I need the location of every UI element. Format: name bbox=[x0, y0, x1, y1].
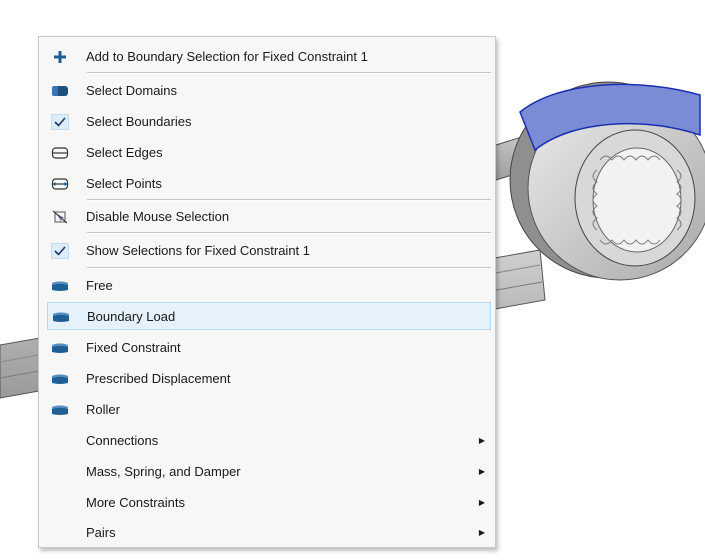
select-domains-icon bbox=[51, 83, 69, 99]
menu-item-free[interactable]: Free bbox=[47, 272, 491, 300]
menu-item-add-to-selection[interactable]: Add to Boundary Selection for Fixed Cons… bbox=[47, 43, 491, 71]
menu-item-label: Select Boundaries bbox=[86, 114, 192, 129]
menu-item-select-domains[interactable]: Select Domains bbox=[47, 77, 491, 105]
menu-item-label: Select Points bbox=[86, 176, 162, 191]
menu-item-label: Boundary Load bbox=[87, 309, 176, 324]
menu-item-label: Add to Boundary Selection for Fixed Cons… bbox=[86, 49, 368, 64]
boundary-feature-icon bbox=[51, 340, 69, 356]
menu-item-label: Roller bbox=[86, 402, 120, 417]
menu-item-prescribed-displacement[interactable]: Prescribed Displacement bbox=[47, 365, 491, 393]
boundary-feature-icon bbox=[51, 402, 69, 418]
menu-item-label: Prescribed Displacement bbox=[86, 371, 231, 386]
menu-item-label: Mass, Spring, and Damper bbox=[86, 464, 241, 479]
plus-icon bbox=[51, 49, 69, 65]
menu-item-disable-mouse-selection[interactable]: Disable Mouse Selection bbox=[47, 203, 491, 231]
boundary-feature-icon bbox=[51, 371, 69, 387]
submenu-arrow-icon: ▶ bbox=[478, 528, 485, 537]
menu-item-show-selections[interactable]: Show Selections for Fixed Constraint 1 bbox=[47, 237, 491, 265]
menu-item-connections[interactable]: Connections ▶ bbox=[47, 427, 491, 455]
submenu-arrow-icon: ▶ bbox=[478, 467, 485, 476]
menu-item-select-points[interactable]: Select Points bbox=[47, 170, 491, 198]
menu-item-boundary-load[interactable]: Boundary Load bbox=[47, 302, 491, 330]
menu-item-label: Select Domains bbox=[86, 83, 178, 98]
menu-item-pairs[interactable]: Pairs ▶ bbox=[47, 519, 491, 547]
menu-separator bbox=[87, 199, 491, 201]
menu-item-label: Free bbox=[86, 278, 113, 293]
menu-item-label: Select Edges bbox=[86, 145, 163, 160]
menu-item-fixed-constraint[interactable]: Fixed Constraint bbox=[47, 334, 491, 362]
menu-item-label: Disable Mouse Selection bbox=[86, 209, 230, 224]
menu-separator bbox=[87, 72, 491, 74]
menu-item-select-edges[interactable]: Select Edges bbox=[47, 139, 491, 167]
menu-item-mass-spring-damper[interactable]: Mass, Spring, and Damper ▶ bbox=[47, 458, 491, 486]
context-menu: Add to Boundary Selection for Fixed Cons… bbox=[38, 36, 496, 548]
menu-item-select-boundaries[interactable]: Select Boundaries bbox=[47, 108, 491, 136]
menu-item-more-constraints[interactable]: More Constraints ▶ bbox=[47, 489, 491, 517]
submenu-arrow-icon: ▶ bbox=[478, 436, 485, 445]
menu-item-roller[interactable]: Roller bbox=[47, 396, 491, 424]
boundary-feature-icon bbox=[52, 309, 70, 325]
disable-selection-icon bbox=[51, 209, 69, 225]
menu-separator bbox=[87, 232, 491, 234]
menu-item-label: More Constraints bbox=[86, 495, 185, 510]
boundary-feature-icon bbox=[51, 278, 69, 294]
check-icon bbox=[51, 114, 69, 130]
check-icon bbox=[51, 243, 69, 259]
menu-separator bbox=[87, 267, 491, 269]
select-edges-icon bbox=[51, 145, 69, 161]
select-points-icon bbox=[51, 176, 69, 192]
menu-item-label: Connections bbox=[86, 433, 159, 448]
submenu-arrow-icon: ▶ bbox=[478, 498, 485, 507]
menu-item-label: Show Selections for Fixed Constraint 1 bbox=[86, 243, 310, 258]
menu-item-label: Fixed Constraint bbox=[86, 340, 181, 355]
menu-item-label: Pairs bbox=[86, 525, 116, 540]
